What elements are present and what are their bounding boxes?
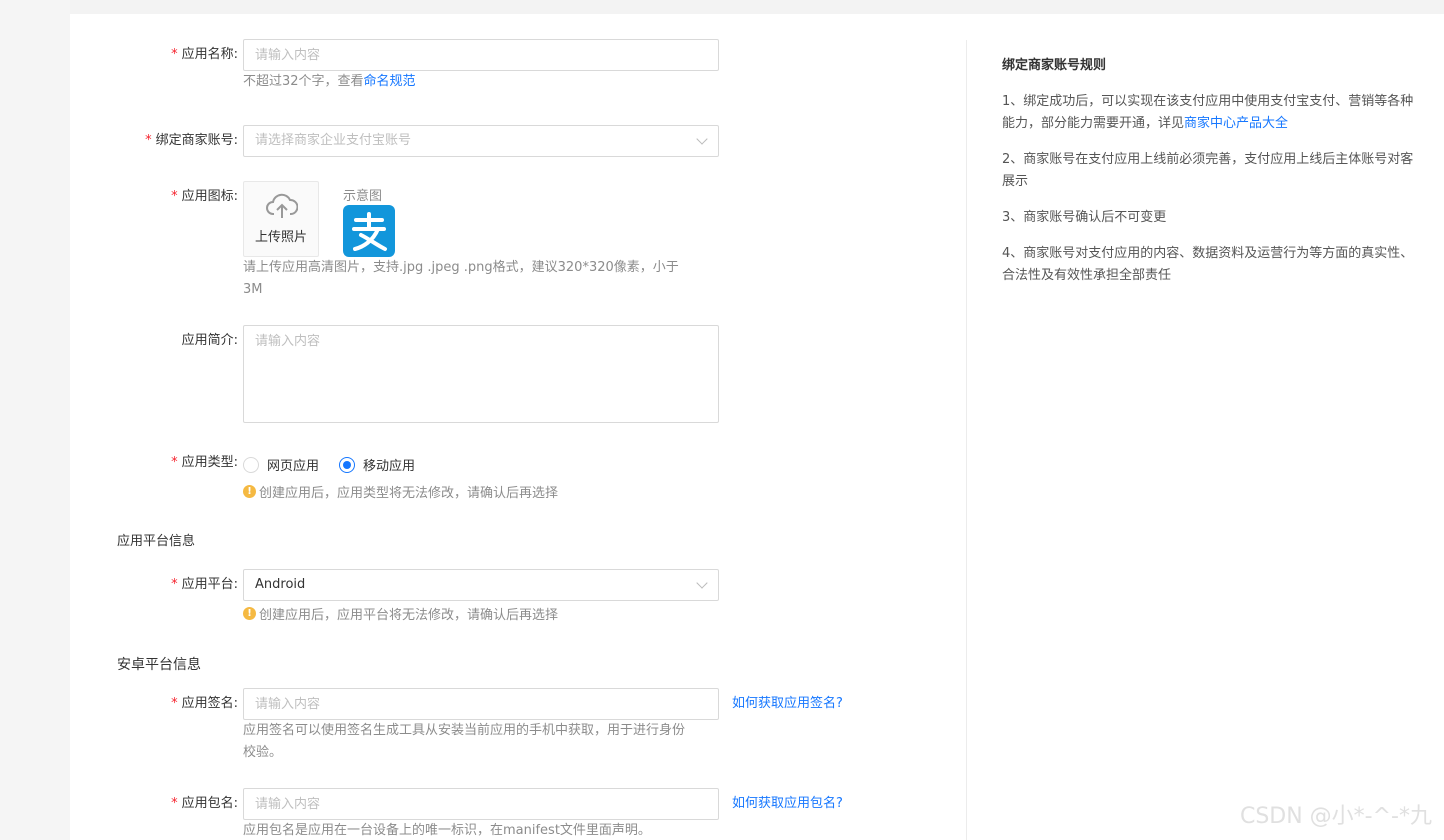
merchant-rules: 绑定商家账号规则 1、绑定成功后，可以实现在该支付应用中使用支付宝支付、营销等各… [1002,54,1444,301]
radio-web-app[interactable]: 网页应用 [243,455,319,474]
rule-item-2: 2、商家账号在支付应用上线前必须完善，支付应用上线后主体账号对客 展示 [1002,152,1414,189]
radio-circle-checked [339,456,355,473]
radio-mobile-app[interactable]: 移动应用 [339,455,415,474]
rule-item-3: 3、商家账号确认后不可变更 [1002,210,1167,225]
column-divider [966,40,967,840]
app-icon-help: 请上传应用高清图片，支持.jpg .jpeg .png格式，建议320*320像… [243,260,679,297]
app-package-label: * 应用包名: [171,796,238,811]
how-to-get-signature-link[interactable]: 如何获取应用签名? [732,688,843,720]
android-section-title: 安卓平台信息 [117,657,201,673]
demo-label: 示意图 [343,189,383,204]
chevron-down-icon [696,133,708,145]
app-type-warning: ! 创建应用后，应用类型将无法修改，请确认后再选择 [243,482,558,501]
app-name-label: * 应用名称: [171,47,238,62]
app-platform-warning: ! 创建应用后，应用平台将无法修改，请确认后再选择 [243,604,558,623]
app-type-label: * 应用类型: [171,455,238,470]
merchant-center-products-link[interactable]: 商家中心产品大全 [1184,116,1288,131]
app-signature-help: 应用签名可以使用签名生成工具从安装当前应用的手机中获取，用于进行身份 校验。 [243,723,686,760]
app-intro-textarea[interactable] [243,325,719,423]
form-panel: *应用名称: 不超过32个字，查看命名规范 *绑定商家账号: 请选择商家企业支付… [70,0,1444,840]
merchant-account-label: * 绑定商家账号: [145,133,238,148]
upload-photo-button[interactable]: 上传照片 [243,181,319,257]
app-package-help: 应用包名是应用在一台设备上的唯一标识，在manifest文件里面声明。 [243,823,651,838]
left-gutter [0,0,70,840]
app-icon-label: * 应用图标: [171,189,238,204]
rule-item-1: 1、绑定成功后，可以实现在该支付应用中使用支付宝支付、营销等各种 能力，部分能力… [1002,94,1414,131]
upload-photo-label: 上传照片 [254,230,307,245]
rules-title: 绑定商家账号规则 [1002,58,1107,73]
app-name-input[interactable] [243,39,719,71]
app-platform-label: * 应用平台: [171,577,238,592]
app-signature-label: * 应用签名: [171,696,238,711]
radio-circle [243,456,259,473]
platform-section-title: 应用平台信息 [117,534,196,549]
app-name-help: 不超过32个字，查看命名规范 [243,74,416,89]
warning-icon: ! [243,485,256,498]
warning-icon: ! [243,607,256,620]
alipay-icon [352,212,387,251]
cloud-upload-icon [266,193,298,218]
chevron-down-icon [696,577,708,589]
app-platform-select[interactable]: Android [243,569,719,601]
how-to-get-package-link[interactable]: 如何获取应用包名? [732,788,843,820]
alipay-logo [343,205,395,257]
naming-rules-link[interactable]: 命名规范 [364,74,416,89]
watermark: CSDN @小*-^-*九 [1239,804,1432,829]
app-package-input[interactable] [243,788,719,820]
app-intro-label: 应用简介: [181,333,238,348]
app-signature-input[interactable] [243,688,719,720]
merchant-account-select[interactable]: 请选择商家企业支付宝账号 [243,125,719,157]
rule-item-4: 4、商家账号对支付应用的内容、数据资料及运营行为等方面的真实性、 合法性及有效性… [1002,246,1414,283]
